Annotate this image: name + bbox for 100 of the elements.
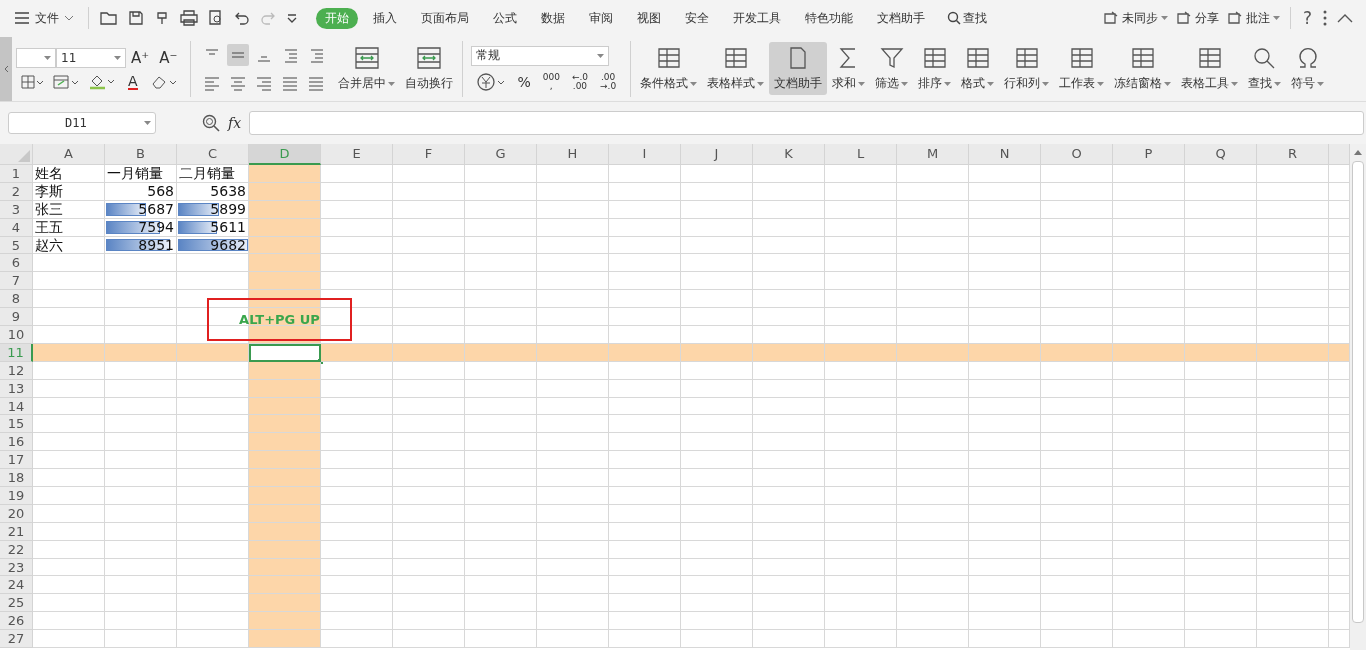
preview-icon[interactable] bbox=[208, 10, 224, 26]
ribbon-button[interactable]: 格式 bbox=[956, 42, 1000, 95]
ribbon-button[interactable]: 文档助手 bbox=[769, 42, 828, 95]
toolbar-action[interactable]: 分享 bbox=[1175, 9, 1219, 27]
ribbon-tab[interactable]: 公式 bbox=[484, 7, 526, 29]
row-header[interactable]: 6 bbox=[0, 254, 33, 273]
ribbon-tab[interactable]: 插入 bbox=[364, 7, 406, 29]
font-name-field[interactable] bbox=[16, 47, 56, 68]
column-header[interactable]: L bbox=[825, 144, 897, 165]
ribbon-tab[interactable]: 特色功能 bbox=[796, 7, 862, 29]
ribbon-button[interactable]: 冻结窗格 bbox=[1109, 42, 1177, 95]
border-icon[interactable] bbox=[21, 74, 43, 89]
number-format-field[interactable]: 常规 bbox=[471, 45, 610, 66]
ribbon-button[interactable]: 自动换行 bbox=[400, 42, 459, 95]
eraser-icon[interactable] bbox=[150, 74, 177, 89]
fill-color-icon[interactable] bbox=[89, 73, 115, 90]
print-icon[interactable] bbox=[180, 10, 198, 26]
ribbon-tab[interactable]: 数据 bbox=[532, 7, 574, 29]
number-format-button[interactable]: % bbox=[517, 74, 531, 89]
number-format-button[interactable]: ←.0 .00 bbox=[571, 72, 588, 91]
row-header[interactable]: 8 bbox=[0, 290, 33, 309]
column-header[interactable]: Q bbox=[1185, 144, 1257, 165]
name-box[interactable]: D11 bbox=[8, 112, 156, 134]
ribbon-button[interactable]: 排序 bbox=[913, 42, 957, 95]
collapse-icon[interactable] bbox=[1337, 13, 1353, 23]
help-button[interactable]: ? bbox=[1302, 8, 1312, 28]
column-header[interactable]: O bbox=[1041, 144, 1113, 165]
column-header[interactable]: K bbox=[753, 144, 825, 165]
column-header[interactable]: F bbox=[393, 144, 465, 165]
ribbon-tab[interactable]: 文档助手 bbox=[868, 7, 934, 29]
row-header[interactable]: 27 bbox=[0, 630, 33, 649]
column-header[interactable]: B bbox=[105, 144, 177, 165]
column-header[interactable]: E bbox=[321, 144, 393, 165]
ribbon-button[interactable]: 合并居中 bbox=[333, 42, 401, 95]
action-icon bbox=[1226, 11, 1243, 25]
column-header[interactable]: C bbox=[177, 144, 249, 165]
ribbon-button[interactable]: 行和列 bbox=[999, 42, 1055, 95]
row-header[interactable]: 17 bbox=[0, 451, 33, 470]
table-cell: 姓名 bbox=[33, 165, 105, 183]
column-header[interactable]: R bbox=[1257, 144, 1329, 165]
ribbon-tab[interactable]: 开发工具 bbox=[724, 7, 790, 29]
ribbon-button[interactable]: 查找 bbox=[1243, 42, 1287, 95]
formula-input[interactable] bbox=[249, 111, 1364, 135]
ribbon-button[interactable]: 符号 bbox=[1286, 42, 1330, 95]
ribbon-button[interactable]: 表格工具 bbox=[1176, 42, 1244, 95]
column-header[interactable]: I bbox=[609, 144, 681, 165]
ribbon-button[interactable]: 筛选 bbox=[870, 42, 914, 95]
number-format-button[interactable]: .00 →.0 bbox=[600, 72, 617, 91]
column-header[interactable]: J bbox=[681, 144, 753, 165]
redo-icon[interactable] bbox=[260, 10, 276, 26]
save-icon[interactable] bbox=[128, 10, 144, 26]
more-icon[interactable] bbox=[1323, 10, 1327, 26]
caret-icon bbox=[1160, 16, 1168, 20]
zoom-icon[interactable] bbox=[202, 114, 220, 132]
ribbon-button[interactable]: 工作表 bbox=[1054, 42, 1110, 95]
cell-style-icon[interactable] bbox=[53, 74, 79, 89]
font-color-button[interactable]: A bbox=[128, 73, 138, 90]
row-header[interactable]: 10 bbox=[0, 326, 33, 344]
column-header[interactable]: A bbox=[33, 144, 105, 165]
font-size-button[interactable]: A⁻ bbox=[159, 48, 178, 67]
font-size-field[interactable]: 11 bbox=[56, 47, 126, 68]
undo-icon[interactable] bbox=[234, 10, 250, 26]
column-header[interactable]: H bbox=[537, 144, 609, 165]
number-format-button[interactable]: 000 , bbox=[542, 72, 560, 91]
folder-icon[interactable] bbox=[100, 10, 118, 26]
row-header[interactable]: 16 bbox=[0, 433, 33, 452]
file-menu[interactable]: 文件 bbox=[14, 9, 82, 27]
ribbon-tab[interactable]: 安全 bbox=[676, 7, 718, 29]
row-header[interactable]: 26 bbox=[0, 612, 33, 631]
action-icon bbox=[1175, 11, 1192, 25]
row-header[interactable]: 7 bbox=[0, 272, 33, 291]
column-header[interactable]: M bbox=[897, 144, 969, 165]
caret-icon[interactable] bbox=[286, 13, 298, 23]
ribbon-tab[interactable]: 视图 bbox=[628, 7, 670, 29]
row-header[interactable]: 19 bbox=[0, 487, 33, 505]
ribbon-button[interactable]: 条件格式 bbox=[635, 42, 703, 95]
format-painter-icon[interactable] bbox=[154, 10, 170, 26]
ribbon-tab[interactable]: 审阅 bbox=[580, 7, 622, 29]
search-button[interactable]: 查找 bbox=[947, 9, 987, 27]
function-button[interactable]: fx bbox=[228, 115, 242, 131]
caret-icon bbox=[64, 15, 74, 21]
row-header[interactable]: 18 bbox=[0, 469, 33, 488]
ribbon-button[interactable]: 表格样式 bbox=[702, 42, 770, 95]
caret-icon bbox=[987, 81, 995, 86]
row-header[interactable]: 24 bbox=[0, 576, 33, 595]
row-header[interactable]: 15 bbox=[0, 415, 33, 434]
row-header[interactable]: 25 bbox=[0, 594, 33, 613]
align-icon[interactable] bbox=[227, 43, 250, 66]
toolbar-action[interactable]: 批注 bbox=[1226, 9, 1280, 27]
ribbon-button[interactable]: 求和 bbox=[827, 42, 871, 95]
font-size-button[interactable]: A⁺ bbox=[131, 48, 150, 67]
row-header[interactable]: 1 bbox=[0, 165, 33, 183]
column-header[interactable]: P bbox=[1113, 144, 1185, 165]
vertical-scrollbar[interactable] bbox=[1350, 144, 1366, 650]
column-header[interactable]: N bbox=[969, 144, 1041, 165]
toolbar-action[interactable]: 未同步 bbox=[1102, 9, 1168, 27]
currency-icon[interactable] bbox=[476, 71, 507, 92]
ribbon-tab[interactable]: 页面布局 bbox=[412, 7, 478, 29]
row-header[interactable]: 9 bbox=[0, 308, 33, 326]
column-header[interactable]: G bbox=[465, 144, 537, 165]
